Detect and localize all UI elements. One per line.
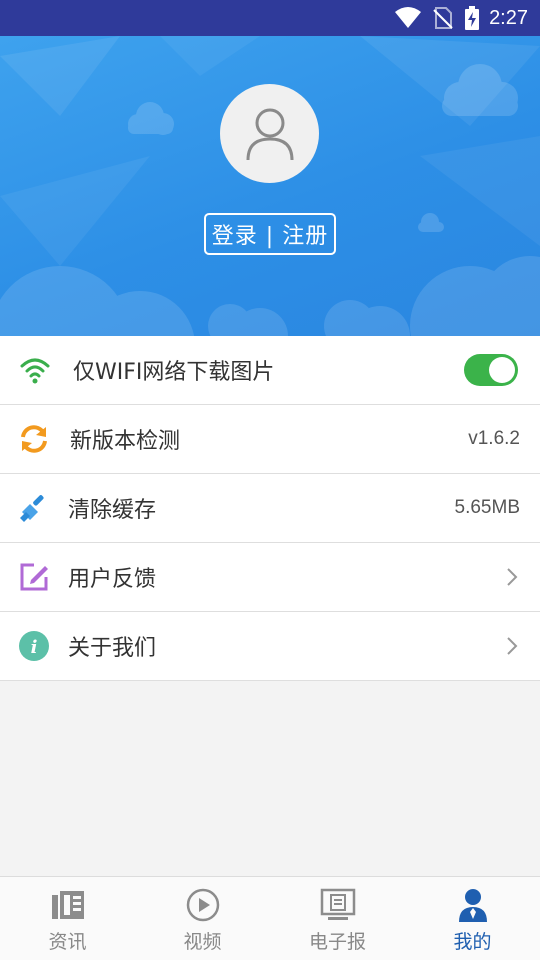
no-sim-icon <box>433 7 453 29</box>
profile-header: 登录 | 注册 <box>0 36 540 336</box>
toggle-knob <box>489 357 515 383</box>
svg-text:i: i <box>31 637 38 658</box>
broom-icon <box>18 492 50 524</box>
tab-mine[interactable]: 我的 <box>405 877 540 960</box>
chevron-right-icon <box>506 567 518 587</box>
tab-news-label: 资讯 <box>48 931 87 953</box>
user-placeholder-icon <box>246 108 293 160</box>
edit-icon <box>18 561 50 593</box>
bottom-tab-bar: 资讯 视频 电子报 我的 <box>0 876 540 960</box>
wifi-only-label: 仅WIFI网络下载图片 <box>73 360 275 385</box>
news-icon <box>50 887 86 923</box>
tab-mine-label: 我的 <box>453 931 492 953</box>
tab-video[interactable]: 视频 <box>135 877 270 960</box>
chevron-right-icon <box>506 636 518 656</box>
refresh-icon <box>18 423 50 455</box>
version-value: v1.6.2 <box>468 428 520 449</box>
info-icon: i <box>18 630 50 662</box>
settings-list: 仅WIFI网络下载图片 新版本检测 v1.6.2 清除缓存 5.65MB 用户反… <box>0 336 540 681</box>
about-label: 关于我们 <box>68 636 157 661</box>
status-bar: 2:27 <box>0 0 540 36</box>
setting-wifi-only[interactable]: 仅WIFI网络下载图片 <box>0 336 540 405</box>
newspaper-icon <box>320 887 356 923</box>
version-check-label: 新版本检测 <box>70 429 181 454</box>
wifi-only-toggle[interactable] <box>464 354 518 386</box>
status-time: 2:27 <box>489 6 528 29</box>
tab-video-label: 视频 <box>183 931 222 953</box>
setting-feedback[interactable]: 用户反馈 <box>0 543 540 612</box>
wifi-icon <box>20 356 50 384</box>
user-avatar[interactable] <box>220 84 319 183</box>
cache-size-value: 5.65MB <box>454 497 520 518</box>
user-icon <box>457 887 489 923</box>
login-register-button[interactable]: 登录 | 注册 <box>204 213 336 255</box>
tab-epaper[interactable]: 电子报 <box>270 877 405 960</box>
play-icon <box>186 887 220 923</box>
wifi-signal-icon <box>395 7 422 29</box>
header-background <box>0 36 540 336</box>
setting-about[interactable]: i 关于我们 <box>0 612 540 681</box>
feedback-label: 用户反馈 <box>68 567 157 592</box>
tab-epaper-label: 电子报 <box>308 931 366 953</box>
battery-charging-icon <box>465 6 480 30</box>
clear-cache-label: 清除缓存 <box>68 498 157 523</box>
setting-clear-cache[interactable]: 清除缓存 5.65MB <box>0 474 540 543</box>
tab-news[interactable]: 资讯 <box>0 877 135 960</box>
setting-version-check[interactable]: 新版本检测 v1.6.2 <box>0 405 540 474</box>
